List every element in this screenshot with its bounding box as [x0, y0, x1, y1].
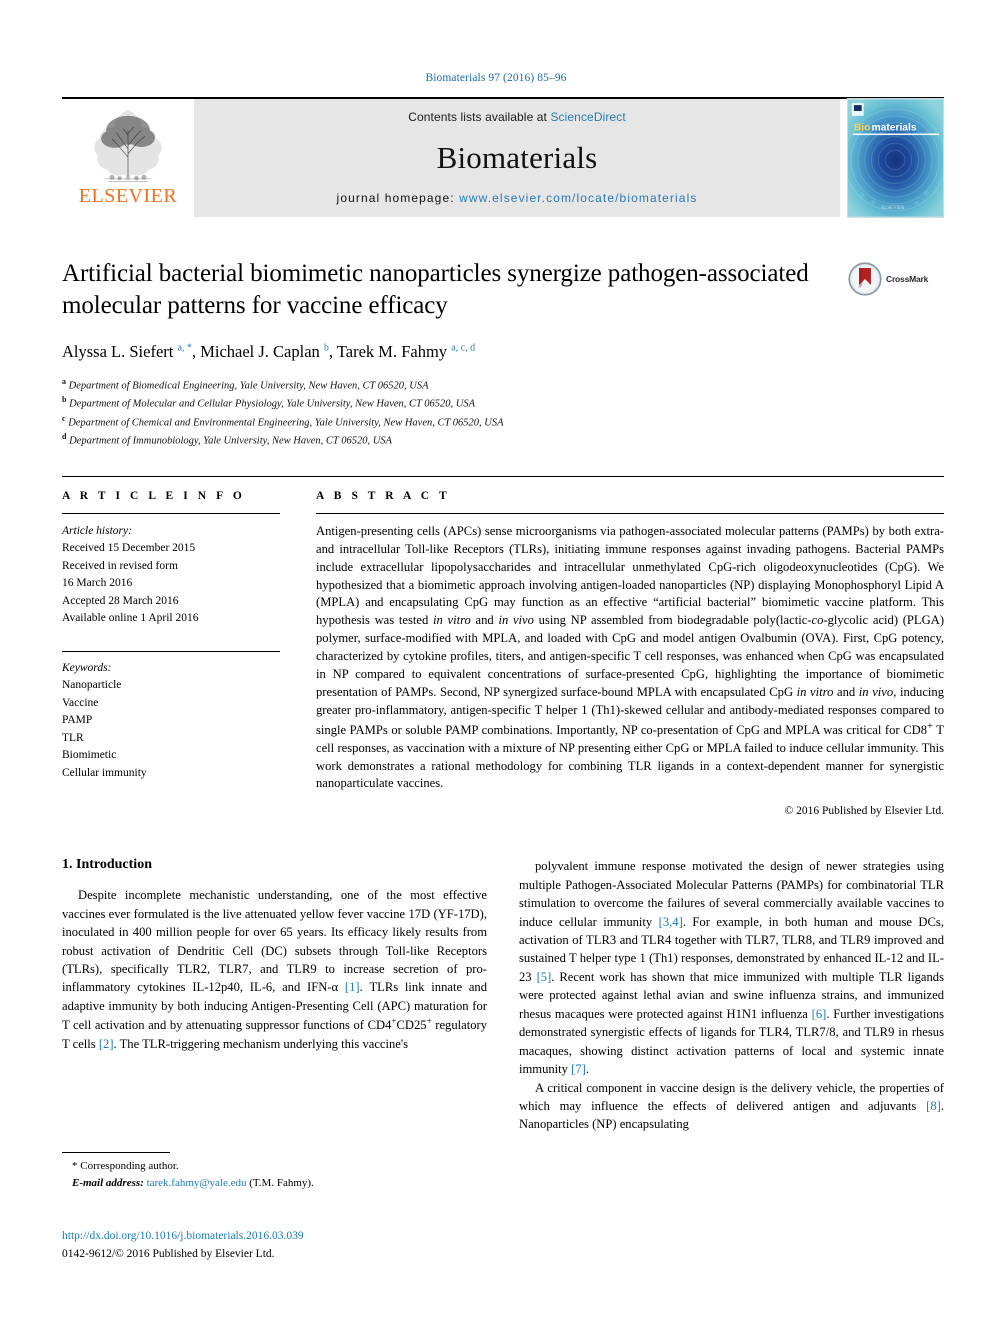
affiliation-marker: b — [62, 395, 67, 405]
paragraph: polyvalent immune response motivated the… — [519, 859, 944, 1077]
divider — [316, 512, 944, 514]
article-history-item: Received 15 December 2015 — [62, 542, 196, 555]
corresponding-author-line: * Corresponding author. — [62, 1158, 462, 1175]
affiliation-text: Department of Biomedical Engineering, Ya… — [68, 380, 429, 392]
journal-homepage-line: journal homepage: www.elsevier.com/locat… — [337, 191, 698, 205]
imprint-block: http://dx.doi.org/10.1016/j.biomaterials… — [62, 1228, 482, 1264]
keyword-item: Biomimetic — [62, 749, 117, 762]
divider — [62, 650, 280, 652]
body-columns: 1. Introduction Despite incomplete mecha… — [62, 857, 944, 1134]
elsevier-wordmark: ELSEVIER — [78, 185, 178, 207]
contents-prefix: Contents lists available at — [408, 110, 551, 124]
email-suffix: (T.M. Fahmy). — [249, 1176, 314, 1189]
divider — [62, 512, 280, 514]
crossmark-badge[interactable]: CrossMark — [848, 262, 944, 296]
author-list: Alyssa L. Siefert a, *, Michael J. Capla… — [62, 341, 476, 361]
article-info-column: A R T I C L E I N F O Article history: R… — [62, 490, 280, 817]
article-info-heading: A R T I C L E I N F O — [62, 489, 246, 502]
abstract-text: Antigen-presenting cells (APCs) sense mi… — [316, 523, 945, 791]
email-link[interactable]: tarek.fahmy@yale.edu — [147, 1177, 247, 1189]
journal-homepage-link[interactable]: www.elsevier.com/locate/biomaterials — [459, 191, 697, 205]
svg-text:materials: materials — [872, 123, 917, 134]
journal-title: Biomaterials — [436, 140, 598, 175]
crossmark-label: CrossMark — [886, 274, 929, 284]
email-label: E-mail address: — [72, 1176, 144, 1189]
elsevier-tree-icon — [94, 110, 162, 182]
affiliation-item: d Department of Immunobiology, Yale Univ… — [62, 431, 944, 450]
keyword-item: Cellular immunity — [62, 766, 147, 779]
svg-text:ELSEVIER: ELSEVIER — [881, 206, 905, 211]
corresponding-author-footnote: * Corresponding author. E-mail address: … — [62, 1152, 462, 1191]
keyword-item: TLR — [62, 731, 84, 744]
keywords-label: Keywords: — [62, 661, 112, 674]
article-history-item: 16 March 2016 — [62, 577, 133, 590]
elsevier-logo: ELSEVIER — [62, 99, 194, 217]
title-area: Artificial bacterial biomimetic nanopart… — [62, 258, 944, 362]
article-history-item: Available online 1 April 2016 — [62, 612, 199, 625]
journal-cover-thumbnail: Bio materials ELSEVIER — [840, 98, 944, 218]
affiliation-item: b Department of Molecular and Cellular P… — [62, 394, 944, 413]
journal-masthead: ELSEVIER Contents lists available at Sci… — [62, 97, 944, 218]
paper-first-page: Biomaterials 97 (2016) 85–96 ELSEVIER Co… — [0, 0, 992, 1323]
keyword-item: Vaccine — [62, 696, 99, 709]
abstract-copyright: © 2016 Published by Elsevier Ltd. — [784, 805, 944, 818]
info-abstract-region: A R T I C L E I N F O Article history: R… — [62, 475, 944, 817]
keywords-block: Keywords: Nanoparticle Vaccine PAMP TLR … — [62, 650, 280, 782]
article-history-label: Article history: — [62, 524, 132, 537]
abstract-column: A B S T R A C T Antigen-presenting cells… — [316, 490, 944, 817]
issn-copyright-line: 0142-9612/© 2016 Published by Elsevier L… — [62, 1247, 275, 1260]
sciencedirect-link[interactable]: ScienceDirect — [550, 110, 625, 124]
article-history-item: Received in revised form — [62, 559, 178, 572]
affiliation-marker: a — [62, 376, 66, 386]
affiliation-item: c Department of Chemical and Environment… — [62, 413, 944, 432]
affiliation-text: Department of Molecular and Cellular Phy… — [69, 398, 476, 410]
abstract-heading: A B S T R A C T — [316, 489, 451, 502]
affiliation-text: Department of Chemical and Environmental… — [68, 417, 504, 429]
svg-text:Bio: Bio — [854, 123, 871, 134]
contents-available-line: Contents lists available at ScienceDirec… — [408, 110, 626, 124]
page-title: Artificial bacterial biomimetic nanopart… — [62, 260, 809, 319]
affiliation-marker: d — [62, 432, 67, 442]
corresponding-author-text: Corresponding author. — [80, 1160, 179, 1172]
divider — [62, 1152, 170, 1153]
affiliation-marker: c — [62, 413, 66, 423]
paragraph: Despite incomplete mechanistic understan… — [62, 888, 488, 1051]
homepage-prefix: journal homepage: — [336, 191, 460, 205]
email-line: E-mail address: tarek.fahmy@yale.edu (T.… — [62, 1175, 462, 1192]
body-column-left: 1. Introduction Despite incomplete mecha… — [62, 857, 487, 1134]
keyword-item: PAMP — [62, 714, 93, 727]
affiliation-list: a Department of Biomedical Engineering, … — [62, 376, 944, 450]
affiliation-text: Department of Immunobiology, Yale Univer… — [69, 435, 392, 447]
footnote-star: * — [72, 1160, 78, 1172]
crossmark-icon — [848, 262, 882, 296]
paragraph: A critical component in vaccine design i… — [519, 1080, 944, 1132]
journal-band: Contents lists available at ScienceDirec… — [194, 99, 840, 217]
section-heading-introduction: 1. Introduction — [62, 857, 152, 873]
article-history-item: Accepted 28 March 2016 — [62, 594, 179, 607]
running-head: Biomaterials 97 (2016) 85–96 — [425, 72, 567, 84]
keyword-item: Nanoparticle — [62, 679, 122, 692]
doi-link[interactable]: http://dx.doi.org/10.1016/j.biomaterials… — [62, 1228, 482, 1246]
journal-cover-image: Bio materials ELSEVIER — [847, 98, 944, 218]
body-column-right: polyvalent immune response motivated the… — [519, 857, 944, 1134]
affiliation-item: a Department of Biomedical Engineering, … — [62, 376, 944, 395]
